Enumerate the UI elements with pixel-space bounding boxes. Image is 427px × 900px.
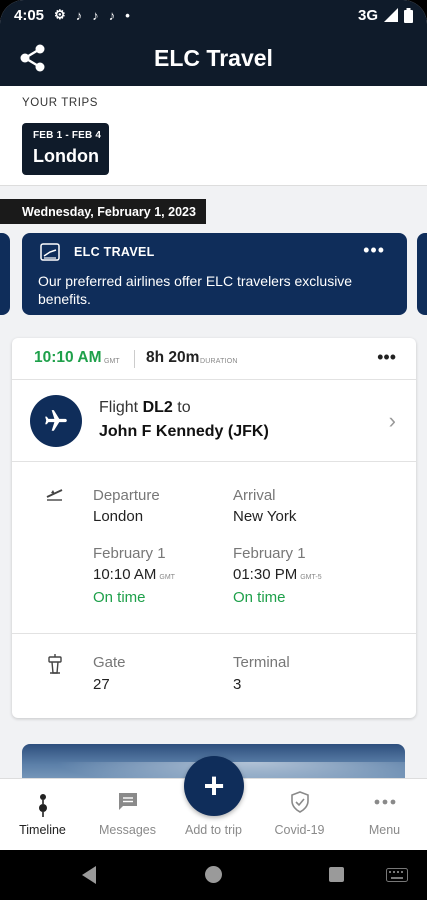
nav-add-label: Add to trip [185,823,242,837]
departure-column: Departure London February 1 10:10 AM GMT … [93,487,175,606]
arrival-tz: GMT-5 [300,574,322,581]
arrival-column: Arrival New York February 1 01:30 PM GMT-… [233,487,322,606]
recents-icon[interactable] [329,867,344,882]
share-icon[interactable] [18,44,48,72]
trip-dates: FEB 1 - FEB 4 [33,130,102,141]
carousel-next-card[interactable] [417,233,427,315]
app-bar: ELC Travel [0,30,427,86]
promo-message: Our preferred airlines offer ELC travele… [38,273,353,307]
flight-number: DL2 [142,399,173,416]
departure-city: London [93,508,144,525]
airplane-icon [30,395,82,447]
duration-label: DURATION [200,358,238,365]
flight-time-zone: GMT [104,358,120,365]
takeoff-icon [46,489,63,501]
flight-card: 10:10 AM GMT 8h 20m DURATION ••• Flight … [12,338,416,718]
flight-number-line: Flight DL2 to [99,399,191,417]
gate-value: 27 [93,676,110,693]
terminal-column: Terminal 3 [233,654,290,693]
departure-status: On time [93,589,146,606]
nav-menu[interactable]: Menu [342,779,427,851]
promo-brand: ELC TRAVEL [74,245,155,259]
status-bar: 4:05 ⚙ ♪ ♪ ♪ • 3G [0,0,427,30]
back-icon[interactable] [82,866,96,884]
departure-tz: GMT [159,574,175,581]
network-type: 3G [357,6,378,24]
departure-date: February 1 [93,545,166,562]
flight-destination: John F Kennedy (JFK) [99,423,269,440]
notification-icon: ♪ [108,7,116,23]
more-icon [374,799,395,805]
nav-covid-label: Covid-19 [274,823,325,837]
gate-label: Gate [93,654,126,671]
system-nav-bar [0,850,427,900]
nav-menu-label: Menu [368,823,401,837]
battery-icon [404,7,413,23]
date-header: Wednesday, February 1, 2023 [0,199,206,224]
trip-chip[interactable]: FEB 1 - FEB 4 London [22,123,109,175]
flight-time: 10:10 AM [34,349,102,366]
flight-to: to [177,399,191,416]
arrival-status: On time [233,589,286,606]
gate-terminal-row: Gate 27 Terminal 3 [12,634,416,718]
nav-covid[interactable]: Covid-19 [257,779,342,851]
terminal-label: Terminal [233,654,290,671]
arrival-label: Arrival [233,487,276,504]
add-to-trip-button[interactable]: + [184,756,244,816]
signal-icon [384,8,398,22]
arrival-time-line: 01:30 PM GMT-5 [233,566,322,583]
control-tower-icon [48,654,62,674]
app-screen: 4:05 ⚙ ♪ ♪ ♪ • 3G ELC Travel YOUR TRIPS … [0,0,427,900]
shield-icon [290,791,309,813]
flight-route-row[interactable]: Flight DL2 to John F Kennedy (JFK) › [12,380,416,462]
departure-time: 10:10 AM [93,566,157,583]
gate-column: Gate 27 [93,654,126,693]
nav-timeline-label: Timeline [19,823,66,837]
flight-card-header: 10:10 AM GMT 8h 20m DURATION ••• [12,338,416,380]
nav-messages[interactable]: Messages [85,779,170,851]
trips-section: YOUR TRIPS FEB 1 - FEB 4 London [0,86,427,186]
trip-city: London [33,146,99,166]
brand-logo-icon [40,243,60,261]
nav-messages-label: Messages [99,823,156,837]
flight-prefix: Flight [99,399,139,416]
departure-label: Departure [93,487,160,504]
arrival-city: New York [233,508,297,525]
flight-details: Departure London February 1 10:10 AM GMT … [12,462,416,634]
home-icon[interactable] [205,866,222,883]
flight-duration: 8h 20m [146,349,200,366]
carousel-prev-card[interactable] [0,233,10,315]
trips-label: YOUR TRIPS [22,97,99,109]
arrival-time: 01:30 PM [233,566,298,583]
dot-icon: • [125,7,130,23]
notification-icon: ♪ [92,7,99,23]
chevron-right-icon: › [388,408,396,433]
more-options-icon[interactable]: ••• [377,348,396,366]
more-options-icon[interactable]: ••• [363,241,385,259]
keyboard-icon[interactable] [386,868,408,882]
messages-icon [118,793,137,810]
nav-timeline[interactable]: Timeline [0,779,85,851]
app-title: ELC Travel [154,44,273,71]
terminal-value: 3 [233,676,242,693]
departure-time-line: 10:10 AM GMT [93,566,175,583]
elc-promo-card[interactable]: ELC TRAVEL ••• Our preferred airlines of… [22,233,407,315]
status-time: 4:05 [14,6,45,24]
settings-icon: ⚙ [54,7,66,22]
notification-icon: ♪ [75,7,83,23]
timeline-icon [38,794,47,817]
divider [134,350,135,368]
arrival-date: February 1 [233,545,306,562]
